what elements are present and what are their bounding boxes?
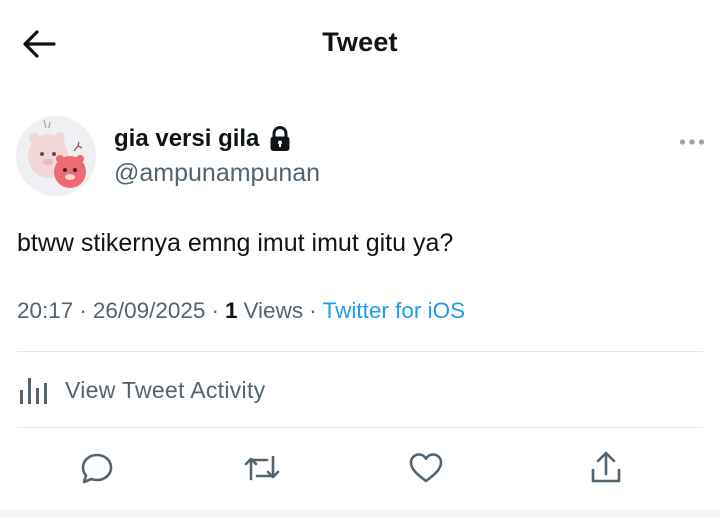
tweet-meta: 20:17 · 26/09/2025 · 1 Views · Twitter f… (17, 298, 707, 324)
tweet-date: 26/09/2025 (92, 298, 206, 323)
tweet-text: btww stikernya emng imut imut gitu ya? (17, 229, 454, 257)
author-handle[interactable]: @ampunampunan (114, 159, 320, 188)
retweet-icon (244, 455, 280, 481)
source-link[interactable]: Twitter for iOS (323, 298, 466, 324)
tweet-time: 20:17 (17, 298, 74, 323)
view-tweet-activity-button[interactable]: View Tweet Activity (17, 370, 703, 410)
author-name: gia versi gila (114, 125, 260, 152)
avatar-image (16, 116, 96, 196)
page-title: Tweet (322, 27, 398, 57)
meta-separator: · (309, 298, 317, 323)
activity-label: View Tweet Activity (65, 376, 266, 403)
views-count: 1 (224, 298, 238, 323)
share-icon (591, 451, 621, 483)
bar-chart-icon (17, 374, 51, 406)
retweet-button[interactable] (242, 448, 282, 488)
avatar[interactable] (16, 116, 96, 196)
reply-button[interactable] (77, 448, 117, 488)
more-options-button[interactable] (674, 130, 710, 154)
meta-separator: · (79, 298, 87, 323)
lock-icon (269, 126, 291, 152)
divider (17, 427, 703, 428)
divider (17, 351, 703, 352)
tweet-detail-screen: Tweet gia versi gila @ampunampunan btww … (0, 0, 720, 518)
bottom-separator (0, 510, 720, 518)
views-label: Views (243, 298, 304, 323)
heart-icon (409, 453, 443, 483)
share-button[interactable] (586, 448, 626, 488)
reply-icon (81, 453, 113, 484)
author-name-row[interactable]: gia versi gila (114, 122, 291, 156)
like-button[interactable] (406, 448, 446, 488)
more-horizontal-icon (679, 139, 705, 145)
meta-separator: · (211, 298, 219, 323)
top-nav-bar: Tweet (0, 0, 720, 90)
